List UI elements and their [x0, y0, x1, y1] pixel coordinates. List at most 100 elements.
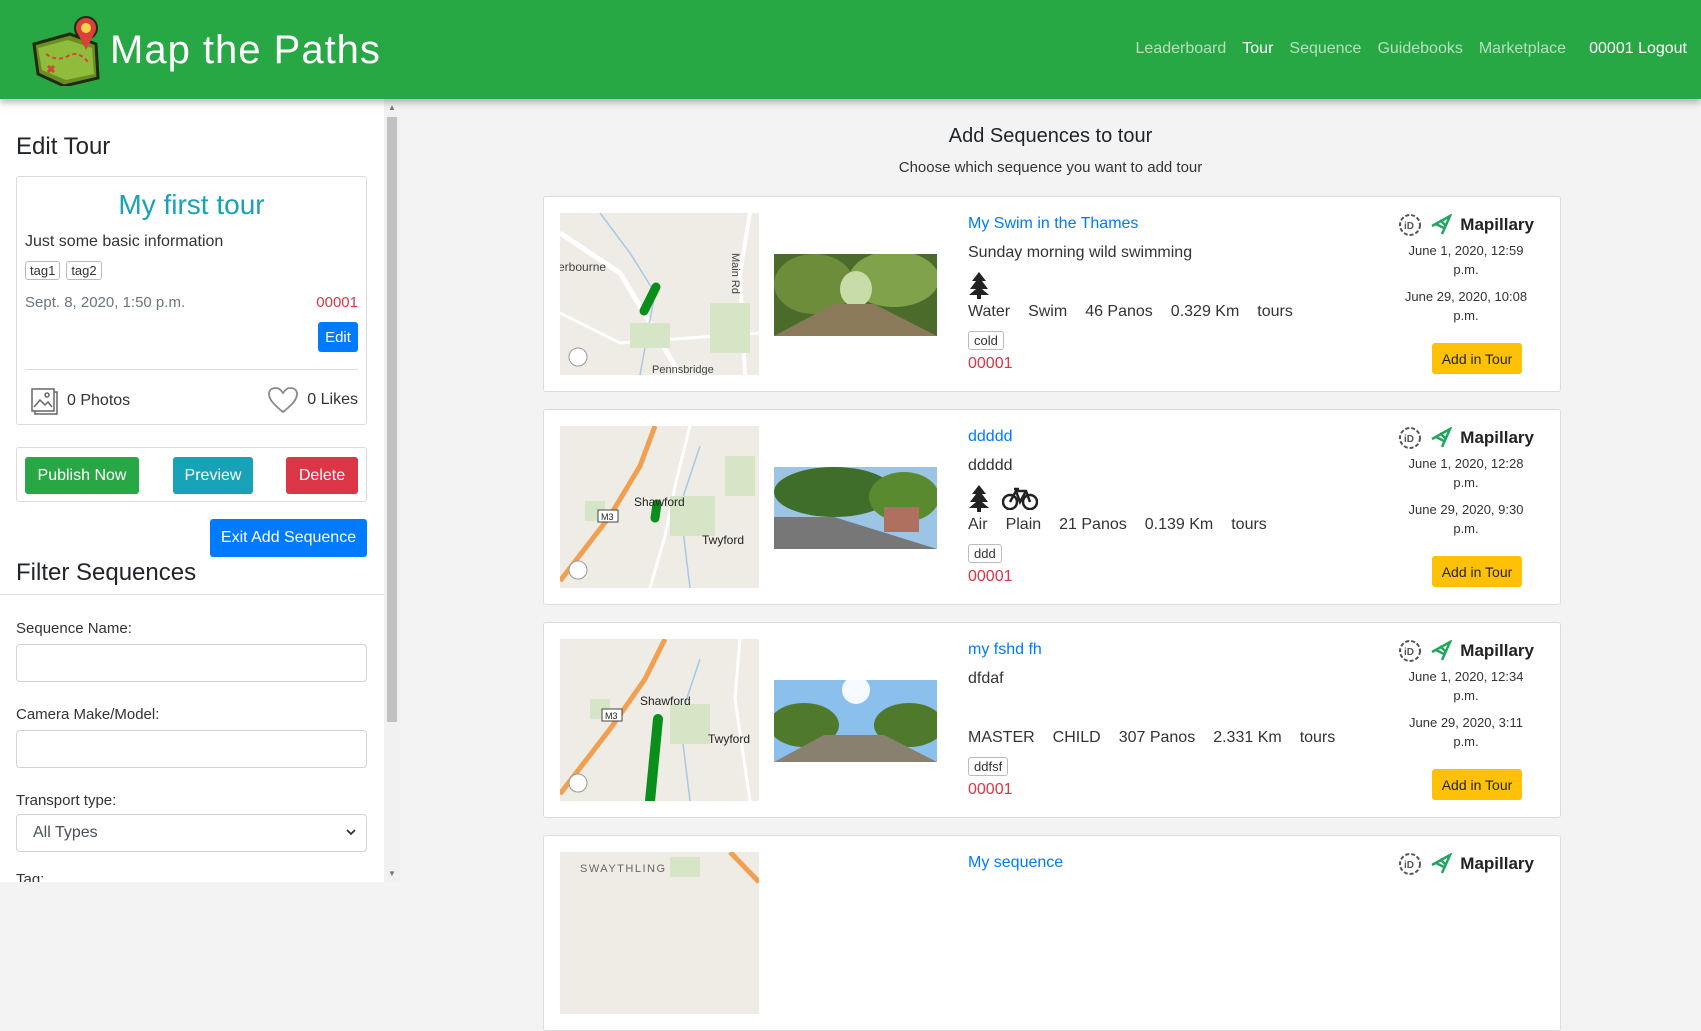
- sequence-card: SWAYTHLING My sequence iD Mapillary: [543, 835, 1561, 1031]
- nav-leaderboard[interactable]: Leaderboard: [1136, 40, 1227, 58]
- tour-user[interactable]: 00001: [316, 294, 358, 311]
- sequence-card: M3 Shawford Twyford ddddd ddddd Air Plai…: [543, 409, 1561, 605]
- logout-link[interactable]: 00001 Logout: [1589, 40, 1687, 58]
- photos-label: 0 Photos: [67, 392, 131, 409]
- map-logo-icon: [32, 16, 100, 86]
- brand[interactable]: Map the Paths: [30, 14, 381, 86]
- tag-badge: tag1: [25, 261, 61, 280]
- id-editor-icon[interactable]: iD: [1398, 852, 1422, 876]
- mapillary-icon[interactable]: [1430, 640, 1453, 662]
- brand-name: Map the Paths: [110, 27, 381, 72]
- mapillary-label[interactable]: Mapillary: [1460, 854, 1534, 874]
- publish-button[interactable]: Publish Now: [25, 457, 139, 494]
- map-label: Shawford: [634, 495, 685, 509]
- camera-input[interactable]: [16, 730, 367, 768]
- sequence-map[interactable]: M3 Shawford Twyford: [560, 639, 759, 801]
- sequence-title[interactable]: ddddd: [968, 428, 1013, 446]
- tag-badge: ddd: [968, 544, 1002, 563]
- source-logos: iD Mapillary: [1398, 426, 1534, 450]
- sequence-map[interactable]: SWAYTHLING: [560, 852, 759, 1014]
- mapillary-icon[interactable]: [1430, 214, 1453, 236]
- stat-item: 2.331 Km: [1213, 729, 1282, 746]
- mapillary-label[interactable]: Mapillary: [1460, 215, 1534, 235]
- map-label: Twyford: [702, 533, 744, 547]
- sequence-user[interactable]: 00001: [968, 781, 1013, 799]
- sequence-title[interactable]: My sequence: [968, 854, 1063, 872]
- nav-tour[interactable]: Tour: [1242, 40, 1273, 58]
- mapillary-label[interactable]: Mapillary: [1460, 428, 1534, 448]
- stat-item: Air: [968, 516, 988, 533]
- scroll-up-icon[interactable]: ▲: [388, 103, 396, 112]
- captured-date: June 1, 2020, 12:59 p.m.: [1408, 243, 1524, 277]
- tree-icon: [969, 272, 989, 299]
- tag-badge: tag2: [66, 261, 102, 280]
- sequence-stats: Water Swim 46 Panos 0.329 Km tours: [968, 303, 1293, 321]
- sequence-user[interactable]: 00001: [968, 568, 1013, 586]
- delete-button[interactable]: Delete: [286, 457, 358, 494]
- add-in-tour-button[interactable]: Add in Tour: [1432, 556, 1522, 587]
- svg-text:iD: iD: [1404, 434, 1414, 445]
- nav-marketplace[interactable]: Marketplace: [1479, 40, 1566, 58]
- nav-links: Leaderboard Tour Sequence Guidebooks Mar…: [1136, 40, 1566, 58]
- id-editor-icon[interactable]: iD: [1398, 639, 1422, 663]
- sequence-description: ddddd: [968, 457, 1013, 474]
- sequence-icons: [968, 269, 990, 301]
- sequence-title[interactable]: my fshd fh: [968, 641, 1042, 659]
- nav-sequence[interactable]: Sequence: [1289, 40, 1361, 58]
- heart-icon[interactable]: [267, 386, 299, 414]
- mapillary-icon[interactable]: [1430, 853, 1453, 875]
- divider: [25, 369, 358, 370]
- add-in-tour-button[interactable]: Add in Tour: [1432, 769, 1522, 800]
- sequence-name-input[interactable]: [16, 644, 367, 682]
- sequence-map[interactable]: M3 Shawford Twyford: [560, 426, 759, 588]
- map-label: erbourne: [560, 260, 606, 274]
- id-editor-icon[interactable]: iD: [1398, 213, 1422, 237]
- stat-item: 46 Panos: [1085, 303, 1153, 320]
- sequence-user[interactable]: 00001: [968, 355, 1013, 373]
- sequence-title[interactable]: My Swim in the Thames: [968, 215, 1138, 233]
- bicycle-icon: [1002, 487, 1038, 510]
- transport-select[interactable]: All Types: [16, 814, 367, 852]
- pano-thumbnail[interactable]: [774, 254, 937, 336]
- stat-item: CHILD: [1052, 729, 1101, 746]
- stat-item: MASTER: [968, 729, 1035, 746]
- stat-item: 0.139 Km: [1144, 516, 1214, 533]
- main-subheading: Choose which sequence you want to add to…: [898, 159, 1203, 176]
- tour-date: Sept. 8, 2020, 1:50 p.m.: [25, 294, 186, 311]
- map-label: Shawford: [640, 694, 691, 708]
- pano-thumbnail[interactable]: [774, 680, 937, 762]
- exit-add-sequence-button[interactable]: Exit Add Sequence: [210, 519, 367, 557]
- photos-count: 0 Photos: [29, 386, 130, 416]
- source-logos: iD Mapillary: [1398, 213, 1534, 237]
- scroll-thumb[interactable]: [387, 117, 397, 722]
- pano-thumbnail[interactable]: [774, 467, 937, 549]
- mapillary-label[interactable]: Mapillary: [1460, 641, 1534, 661]
- main-heading: Add Sequences to tour: [948, 125, 1153, 147]
- tag-badge: cold: [968, 331, 1004, 350]
- tour-name: My first tour: [118, 189, 265, 220]
- nav-guidebooks[interactable]: Guidebooks: [1377, 40, 1462, 58]
- edit-button[interactable]: Edit: [318, 322, 358, 352]
- mapillary-icon[interactable]: [1430, 427, 1453, 449]
- tag-badge: ddfsf: [968, 757, 1009, 776]
- sidebar-scrollbar[interactable]: ▲ ▼: [384, 99, 400, 882]
- sequence-icons: [968, 482, 1038, 514]
- sequence-card: erbourne Main Rd Pennsbridge My Swim in …: [543, 196, 1561, 392]
- add-in-tour-button[interactable]: Add in Tour: [1432, 343, 1522, 374]
- stat-item: Swim: [1028, 303, 1068, 320]
- tour-description: Just some basic information: [25, 233, 224, 250]
- scroll-down-icon[interactable]: ▼: [388, 869, 396, 878]
- stat-item: Water: [968, 303, 1011, 320]
- photos-icon: [31, 388, 58, 415]
- map-label: Twyford: [708, 732, 750, 746]
- stat-item: tours: [1299, 729, 1336, 746]
- id-editor-icon[interactable]: iD: [1398, 426, 1422, 450]
- sequence-description: Sunday morning wild swimming: [968, 244, 1193, 261]
- preview-button[interactable]: Preview: [173, 457, 253, 494]
- tour-tags: tag1 tag2: [25, 261, 102, 280]
- tree-icon: [969, 485, 989, 512]
- likes-label: 0 Likes: [307, 391, 358, 408]
- uploaded-date: June 29, 2020, 10:08 p.m.: [1404, 289, 1528, 323]
- sequence-map[interactable]: erbourne Main Rd Pennsbridge: [560, 213, 759, 375]
- map-label: M3: [601, 512, 614, 522]
